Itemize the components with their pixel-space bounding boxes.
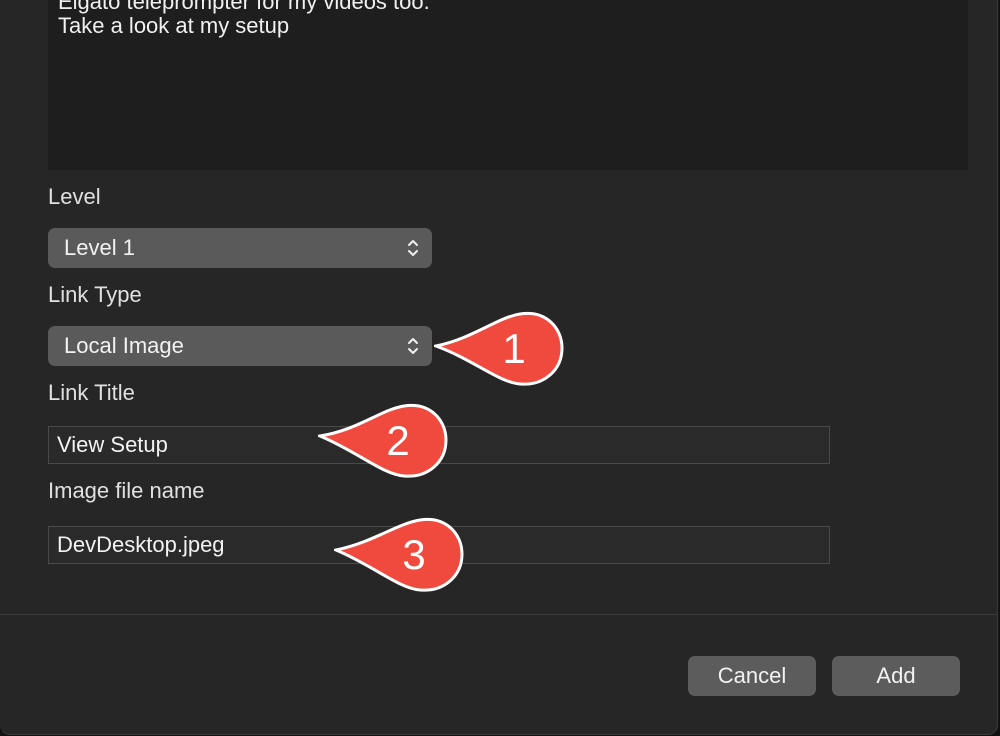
callout-2-number: 2 bbox=[386, 417, 409, 464]
level-select[interactable]: Level 1 bbox=[48, 228, 432, 268]
callout-1: 1 bbox=[434, 308, 566, 390]
add-button[interactable]: Add bbox=[832, 656, 960, 696]
notes-line-2: Take a look at my setup bbox=[58, 13, 290, 38]
link-title-label: Link Title bbox=[48, 380, 135, 405]
cancel-button[interactable]: Cancel bbox=[688, 656, 816, 696]
callout-2: 2 bbox=[318, 402, 450, 484]
image-file-label: Image file name bbox=[48, 478, 205, 503]
callout-3-number: 3 bbox=[402, 531, 425, 578]
image-file-value: DevDesktop.jpeg bbox=[57, 532, 225, 557]
link-type-select[interactable]: Local Image bbox=[48, 326, 432, 366]
footer-divider bbox=[0, 614, 997, 615]
chevron-up-down-icon bbox=[408, 338, 418, 354]
level-label: Level bbox=[48, 184, 101, 209]
callout-1-number: 1 bbox=[502, 325, 525, 372]
link-title-value: View Setup bbox=[57, 432, 168, 457]
callout-3-shape: 3 bbox=[334, 517, 464, 592]
callout-2-shape: 2 bbox=[318, 403, 448, 478]
level-select-value: Level 1 bbox=[64, 235, 135, 260]
callout-1-shape: 1 bbox=[434, 311, 564, 386]
callout-3: 3 bbox=[334, 514, 466, 596]
notes-textarea[interactable]: Elgato teleprompter for my videos too. T… bbox=[48, 0, 968, 170]
notes-line-1: Elgato teleprompter for my videos too. bbox=[58, 0, 430, 14]
link-type-select-value: Local Image bbox=[64, 333, 184, 358]
chevron-up-down-icon bbox=[408, 240, 418, 256]
link-type-label: Link Type bbox=[48, 282, 142, 307]
